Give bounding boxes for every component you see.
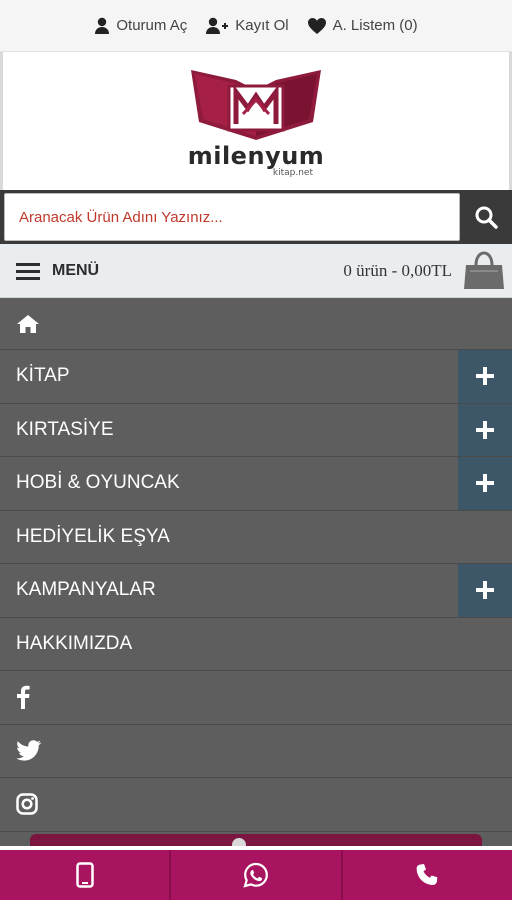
menu-item-facebook[interactable] <box>0 671 512 725</box>
menu-item-label[interactable]: HAKKIMIZDA <box>0 618 512 671</box>
logo-domain: kitap.net <box>272 168 313 178</box>
category-menu: KİTAP KIRTASİYE HOBİ & OYUNCAK HEDİYELİK… <box>0 298 512 846</box>
plus-icon <box>476 420 494 439</box>
footer-strip <box>0 831 512 846</box>
logo-area: milenyum kitap.net <box>0 52 512 190</box>
menu-item-hakkimizda[interactable]: HAKKIMIZDA <box>0 618 512 671</box>
expand-hobi-oyuncak-button[interactable] <box>458 457 512 510</box>
menu-item-label[interactable]: KİTAP <box>0 350 458 403</box>
twitter-icon <box>16 739 42 761</box>
footer-strip-bar <box>30 833 482 846</box>
mobile-phone-icon <box>75 862 94 888</box>
menu-item-home[interactable] <box>0 298 512 350</box>
search-button[interactable] <box>460 193 512 241</box>
menu-item-hobi-oyuncak[interactable]: HOBİ & OYUNCAK <box>0 457 512 511</box>
search-icon <box>475 206 498 229</box>
hamburger-icon <box>16 262 40 280</box>
expand-kitap-button[interactable] <box>458 350 512 403</box>
menu-item-label[interactable]: KIRTASİYE <box>0 404 458 457</box>
logo-wordmark: milenyum <box>187 142 325 170</box>
menu-label: MENÜ <box>52 261 100 279</box>
search-bar <box>0 190 512 244</box>
wishlist-label: A. Listem (0) <box>332 17 418 34</box>
home-icon <box>17 314 39 333</box>
menu-item-label[interactable]: HEDİYELİK EŞYA <box>0 511 512 564</box>
menu-item-kirtasiye[interactable]: KIRTASİYE <box>0 403 512 457</box>
menu-header: MENÜ 0 ürün - 0,00TL <box>0 244 512 298</box>
menu-item-hediyelik-esya[interactable]: HEDİYELİK EŞYA <box>0 511 512 564</box>
register-label: Kayıt Ol <box>235 17 289 34</box>
home-link[interactable] <box>0 298 512 349</box>
facebook-link[interactable] <box>0 671 512 724</box>
login-label: Oturum Aç <box>116 17 188 34</box>
heart-icon <box>307 17 326 34</box>
plus-icon <box>476 581 494 600</box>
expand-kampanyalar-button[interactable] <box>458 564 512 617</box>
plus-icon <box>476 367 494 386</box>
site-logo[interactable]: milenyum kitap.net <box>181 62 331 192</box>
instagram-link[interactable] <box>0 778 512 831</box>
cart-summary-text: 0 ürün - 0,00TL <box>343 260 452 280</box>
menu-item-instagram[interactable] <box>0 778 512 832</box>
register-link[interactable]: Kayıt Ol <box>205 17 289 35</box>
login-link[interactable]: Oturum Aç <box>94 17 187 35</box>
instagram-icon <box>16 793 38 815</box>
cart-summary[interactable]: 0 ürün - 0,00TL <box>343 249 506 293</box>
search-input[interactable] <box>4 193 460 241</box>
menu-item-label[interactable]: HOBİ & OYUNCAK <box>0 457 458 510</box>
plus-icon <box>476 474 494 493</box>
book-logo-icon <box>191 70 321 140</box>
menu-item-label[interactable]: KAMPANYALAR <box>0 564 458 617</box>
wishlist-link[interactable]: A. Listem (0) <box>307 17 418 35</box>
call-button[interactable] <box>343 850 512 900</box>
facebook-icon <box>17 686 30 710</box>
menu-item-twitter[interactable] <box>0 725 512 778</box>
top-account-bar: Oturum Aç Kayıt Ol A. Listem (0) <box>0 0 512 52</box>
twitter-link[interactable] <box>0 725 512 778</box>
menu-toggle-button[interactable]: MENÜ <box>16 262 99 280</box>
bottom-contact-bar <box>0 850 512 900</box>
menu-item-kampanyalar[interactable]: KAMPANYALAR <box>0 564 512 618</box>
shopping-bag-icon <box>464 250 504 289</box>
phone-icon <box>416 864 438 885</box>
expand-kirtasiye-button[interactable] <box>458 403 512 456</box>
menu-item-kitap[interactable]: KİTAP <box>0 350 512 404</box>
user-plus-icon <box>206 17 229 34</box>
whatsapp-icon <box>243 862 268 888</box>
user-icon <box>95 17 110 34</box>
whatsapp-button[interactable] <box>171 850 343 900</box>
mobile-app-button[interactable] <box>0 850 172 900</box>
